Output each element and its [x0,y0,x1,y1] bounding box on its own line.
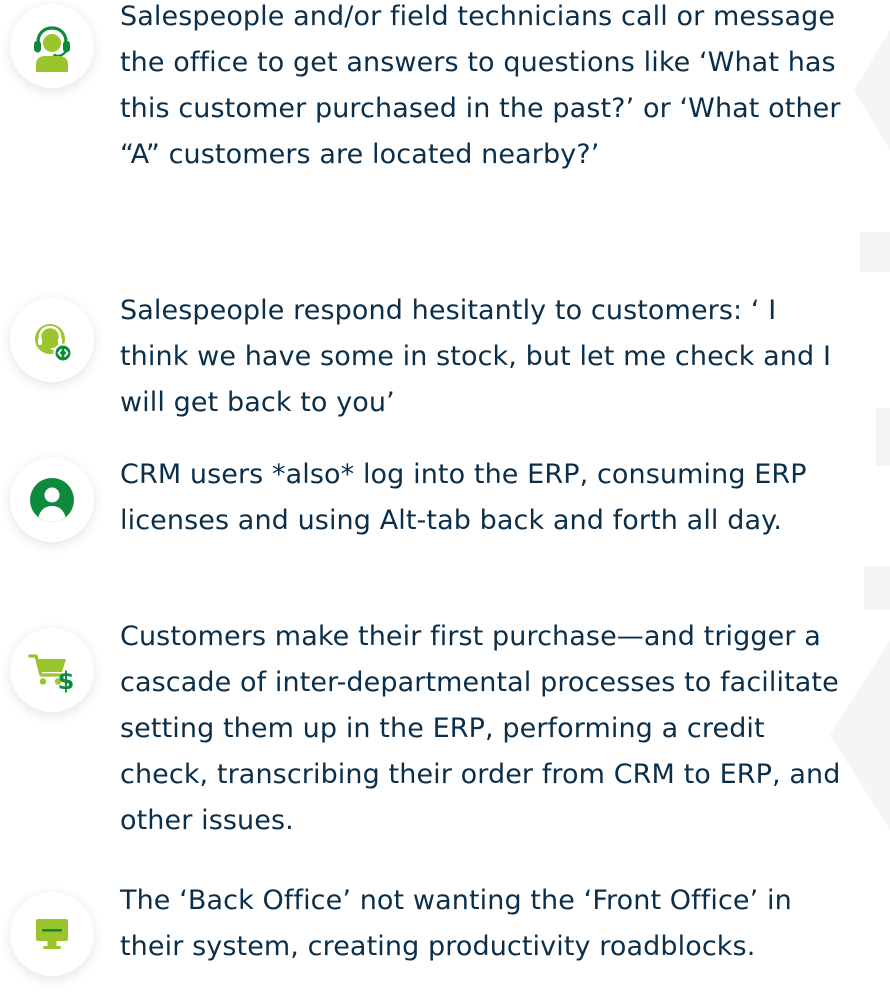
pain-point-text: Salespeople and/or field technicians cal… [120,1,841,170]
pain-point-text: Customers make their first purchase—and … [120,621,841,836]
pain-point-text: CRM users *also* log into the ERP, consu… [120,459,807,536]
headset-code-icon [10,298,94,382]
headset-agent-icon [10,4,94,88]
pain-point-text: The ‘Back Office’ not wanting the ‘Front… [120,885,792,962]
background-decoration [854,30,890,150]
background-decoration [864,566,890,610]
svg-text:$: $ [58,667,75,695]
pain-point-text: Salespeople respond hesitantly to custom… [120,295,832,418]
background-decoration [860,232,890,272]
monitor-icon [10,892,94,976]
user-profile-icon [10,458,94,542]
cart-dollar-icon: $ [10,628,94,712]
